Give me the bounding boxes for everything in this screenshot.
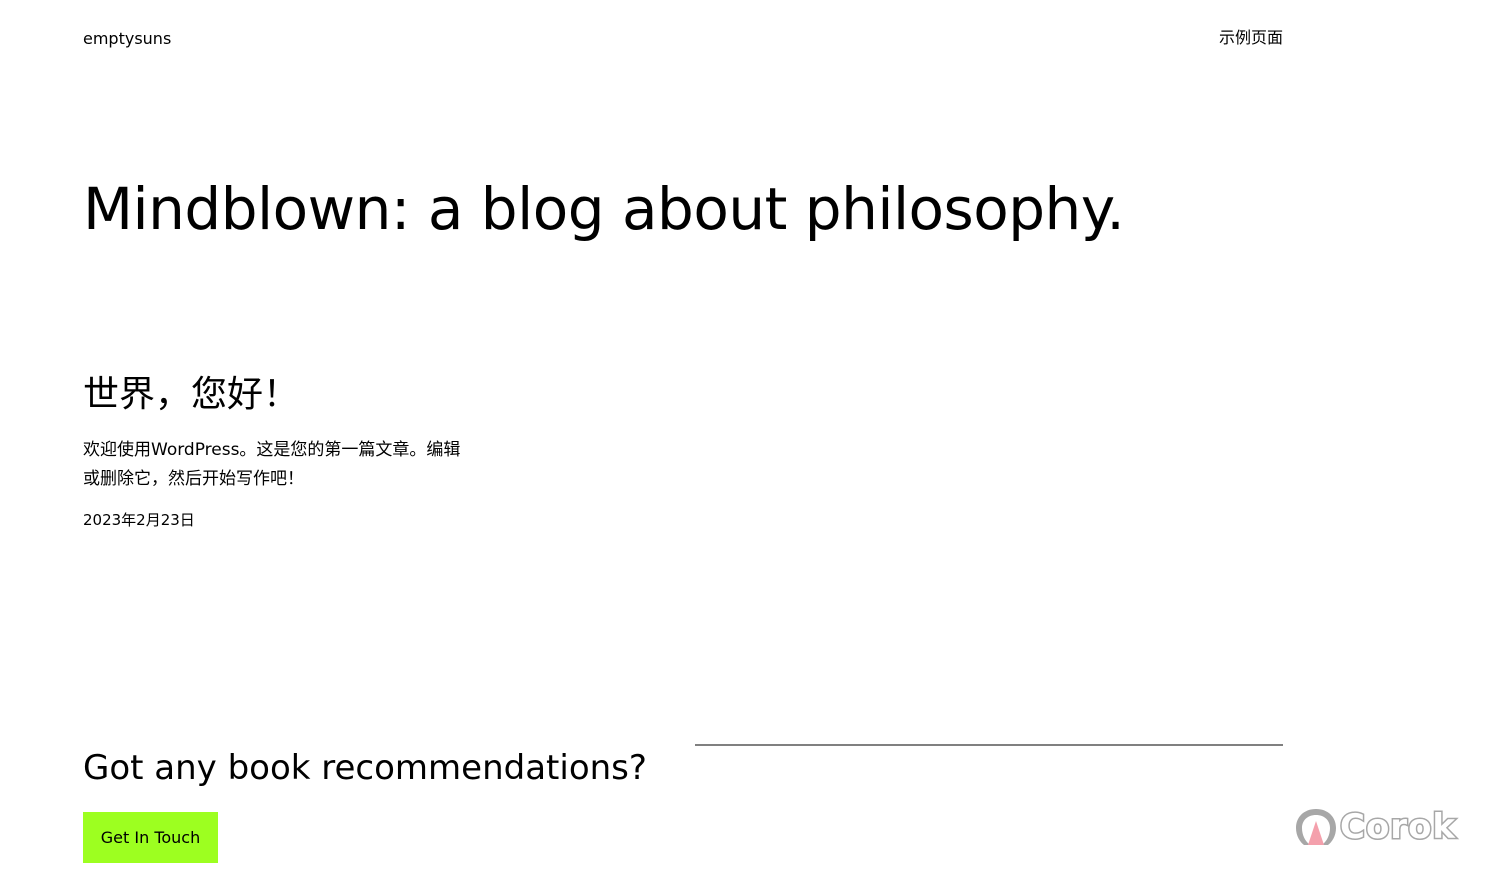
site-title[interactable]: emptysuns [83,29,171,49]
watermark-text: Corok [1338,806,1457,849]
watermark: Corok [1292,803,1457,851]
post-title[interactable]: 世界，您好！ [83,372,473,418]
page: emptysuns 示例页面 Mindblown: a blog about p… [0,0,1494,895]
separator-line [695,744,1283,746]
page-tagline: Mindblown: a blog about philosophy. [83,175,1125,243]
cta-heading: Got any book recommendations? [83,748,647,788]
get-in-touch-button[interactable]: Get In Touch [83,812,218,863]
post-item: 世界，您好！ 欢迎使用WordPress。这是您的第一篇文章。编辑或删除它，然后… [83,372,473,530]
post-excerpt: 欢迎使用WordPress。这是您的第一篇文章。编辑或删除它，然后开始写作吧！ [83,440,461,489]
nav-item-sample-page[interactable]: 示例页面 [1219,28,1283,48]
post-date: 2023年2月23日 [83,511,195,529]
corok-logo-icon [1296,809,1336,845]
